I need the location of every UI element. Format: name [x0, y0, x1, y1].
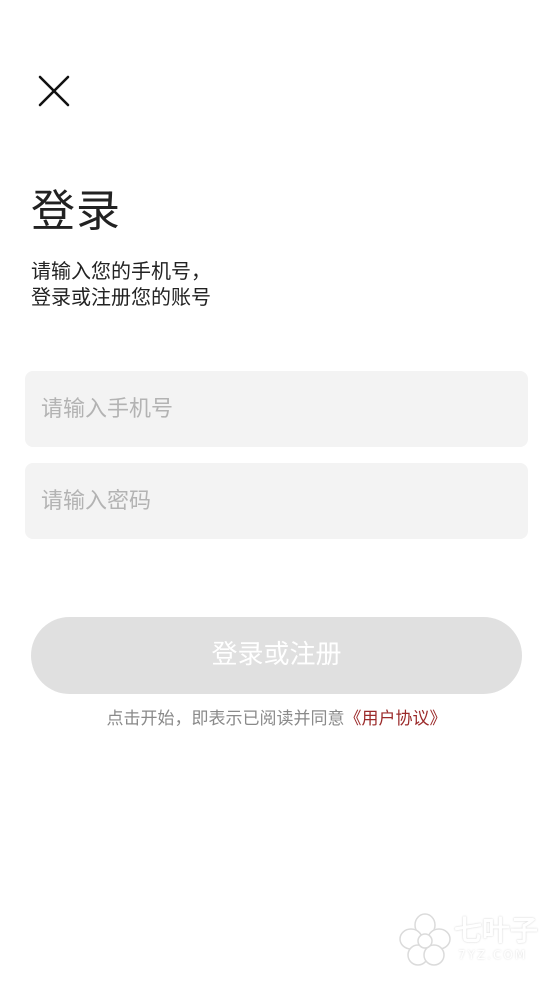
close-icon [38, 75, 70, 107]
login-page: 登录 请输入您的手机号， 登录或注册您的账号 登录或注册 点击开始，即表示已阅读… [0, 0, 553, 983]
password-field-container [25, 463, 528, 539]
agreement-notice: 点击开始，即表示已阅读并同意《用户协议》 [0, 707, 553, 731]
watermark-text: 七叶子 [454, 914, 539, 947]
agreement-text: 点击开始，即表示已阅读并同意 [106, 709, 345, 729]
phone-input[interactable] [25, 371, 528, 447]
site-watermark: 七叶子 7YZ.COM [398, 912, 543, 972]
watermark-subtext: 7YZ.COM [458, 948, 528, 962]
login-instructions: 请输入您的手机号， 登录或注册您的账号 [31, 258, 211, 310]
flower-logo-icon [399, 913, 451, 966]
instruction-line-2: 登录或注册您的账号 [31, 285, 211, 309]
login-register-button[interactable]: 登录或注册 [31, 617, 522, 694]
instruction-line-1: 请输入您的手机号， [31, 259, 211, 283]
password-input[interactable] [25, 463, 528, 539]
user-agreement-link[interactable]: 《用户协议》 [345, 709, 447, 729]
phone-field-container [25, 371, 528, 447]
close-button[interactable] [33, 70, 75, 112]
page-title: 登录 [31, 186, 121, 237]
